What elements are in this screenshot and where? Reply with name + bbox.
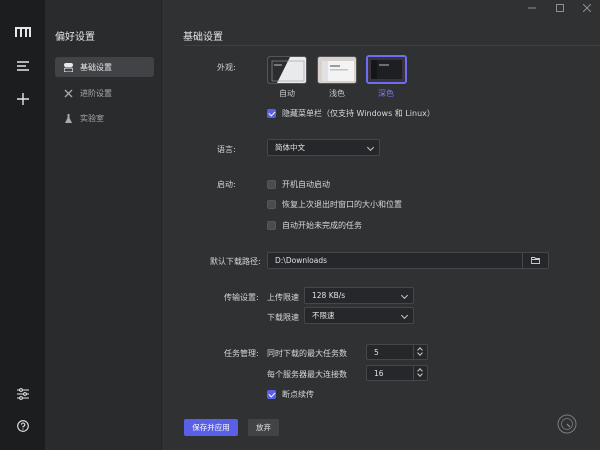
download-limit-label: 下载限速 <box>267 313 299 322</box>
autostart-checkbox[interactable] <box>267 180 276 189</box>
basic-settings-icon <box>63 62 73 72</box>
nav-item-basic[interactable]: 基础设置 <box>55 57 154 77</box>
appearance-label: 外观: <box>217 63 236 72</box>
download-limit-value: 不限速 <box>312 311 335 320</box>
download-limit-select[interactable]: 不限速 <box>304 307 414 324</box>
auto-resume-label: 自动开始未完成的任务 <box>282 221 362 230</box>
autostart-label: 开机自动启动 <box>282 180 330 189</box>
nav-item-advanced[interactable]: 进阶设置 <box>55 83 154 103</box>
auto-resume-checkbox[interactable] <box>267 221 276 230</box>
discard-button[interactable]: 放弃 <box>248 419 279 436</box>
theme-light-label[interactable]: 浅色 <box>317 88 357 99</box>
chevron-down-icon <box>400 291 409 300</box>
settings-main: 基础设置 外观: 自动 浅色 深色 隐藏菜单栏（仅支持 Windows 和 Li… <box>163 0 600 450</box>
lab-icon <box>63 113 73 123</box>
add-task-icon[interactable] <box>13 89 33 109</box>
theme-dark-thumb[interactable] <box>366 55 407 84</box>
sidebar-title: 偏好设置 <box>55 32 95 43</box>
settings-nav: 偏好设置 基础设置 进阶设置 实验室 <box>45 0 162 450</box>
max-tasks-value: 5 <box>374 347 379 357</box>
download-path-input[interactable]: D:\Downloads <box>267 252 549 269</box>
max-connections-label: 每个服务器最大连接数 <box>267 370 347 379</box>
max-tasks-stepper[interactable]: 5 <box>366 344 428 360</box>
theme-auto-thumb[interactable] <box>267 56 307 84</box>
startup-label: 启动: <box>217 180 236 189</box>
max-tasks-label: 同时下载的最大任务数 <box>267 349 347 358</box>
divider <box>183 45 600 46</box>
folder-icon[interactable] <box>522 253 548 268</box>
app-logo-icon[interactable] <box>13 22 33 42</box>
language-label: 语言: <box>217 145 236 154</box>
tasks-label: 任务管理: <box>224 349 259 358</box>
theme-auto-label[interactable]: 自动 <box>267 88 307 99</box>
icon-rail <box>0 0 45 450</box>
chevron-down-icon <box>400 311 409 320</box>
chevron-down-icon <box>366 143 375 152</box>
restore-window-label: 恢复上次退出时窗口的大小和位置 <box>282 200 402 209</box>
nav-item-lab[interactable]: 实验室 <box>55 108 154 128</box>
upload-limit-label: 上传限速 <box>267 293 299 302</box>
tools-icon <box>63 88 73 98</box>
section-title: 基础设置 <box>183 32 223 43</box>
speedometer-icon[interactable] <box>557 414 577 434</box>
restore-window-checkbox[interactable] <box>267 200 276 209</box>
stepper-arrows-icon[interactable] <box>413 366 427 380</box>
theme-light-thumb[interactable] <box>317 56 357 84</box>
theme-dark-label[interactable]: 深色 <box>366 88 406 99</box>
transfer-label: 传输设置: <box>224 293 259 302</box>
download-path-value: D:\Downloads <box>275 256 328 265</box>
hide-menu-label: 隐藏菜单栏（仅支持 Windows 和 Linux） <box>282 109 435 118</box>
max-connections-stepper[interactable]: 16 <box>366 365 428 381</box>
language-value: 简体中文 <box>275 143 305 152</box>
nav-item-label: 基础设置 <box>80 62 112 72</box>
menu-icon[interactable] <box>13 56 33 76</box>
resume-checkbox[interactable] <box>267 390 276 399</box>
max-connections-value: 16 <box>374 368 384 378</box>
stepper-arrows-icon[interactable] <box>413 345 427 359</box>
help-icon[interactable] <box>13 416 33 436</box>
resume-label: 断点续传 <box>282 390 314 399</box>
download-path-label: 默认下载路径: <box>210 257 261 266</box>
nav-item-label: 进阶设置 <box>80 88 112 98</box>
language-select[interactable]: 简体中文 <box>267 139 380 156</box>
nav-item-label: 实验室 <box>80 113 104 123</box>
save-apply-button[interactable]: 保存并应用 <box>184 419 238 436</box>
hide-menu-checkbox[interactable] <box>267 109 276 118</box>
preferences-icon[interactable] <box>13 384 33 404</box>
upload-limit-select[interactable]: 128 KB/s <box>304 287 414 304</box>
upload-limit-value: 128 KB/s <box>312 291 346 300</box>
